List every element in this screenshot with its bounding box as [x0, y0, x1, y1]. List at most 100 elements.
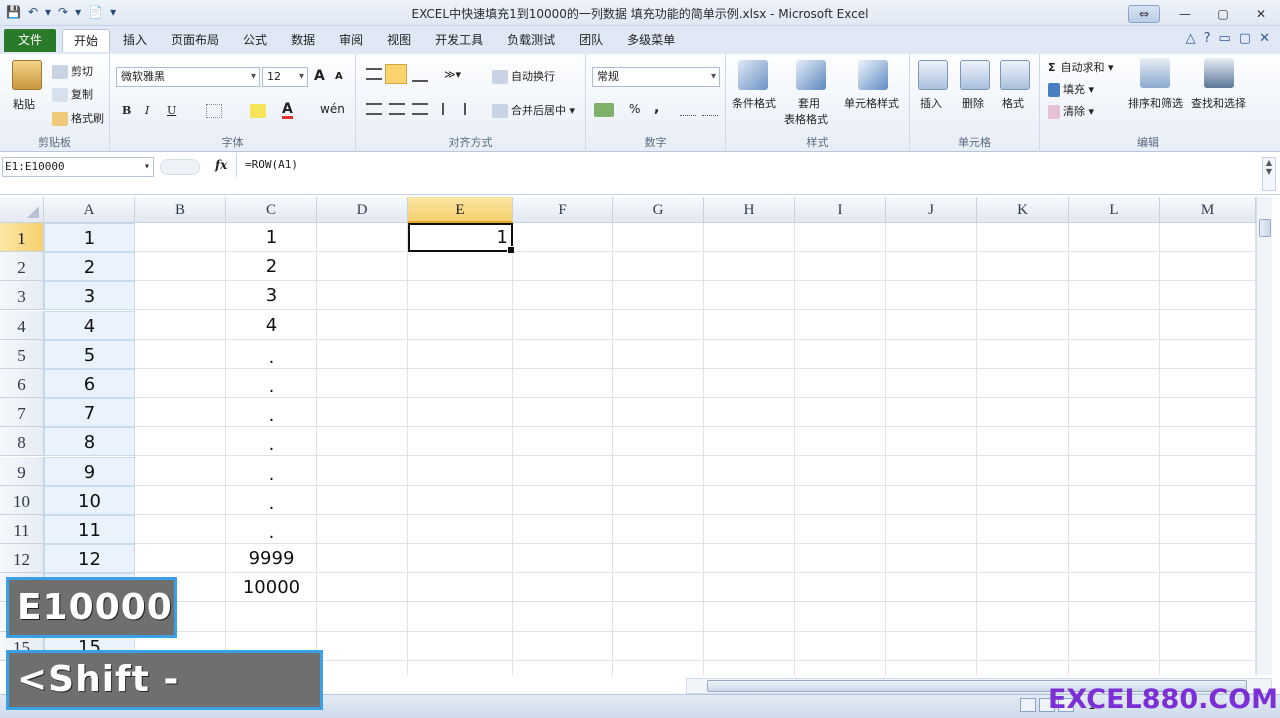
active-cell-e1[interactable]: 1 — [408, 223, 515, 254]
align-right-icon[interactable] — [412, 103, 428, 115]
cell-a5[interactable]: 5 — [44, 340, 135, 369]
maximize-icon[interactable]: ▢ — [1210, 7, 1236, 21]
column-header-l[interactable]: L — [1069, 197, 1160, 223]
number-format-combo[interactable]: 常规 — [592, 67, 720, 87]
cell-a11[interactable]: 11 — [44, 515, 135, 544]
decrease-decimal-icon[interactable] — [702, 104, 718, 116]
cell-c10[interactable]: . — [226, 486, 317, 515]
cell-a3[interactable]: 3 — [44, 281, 135, 310]
column-header-e[interactable]: E — [408, 197, 513, 223]
increase-indent-icon[interactable] — [464, 103, 480, 115]
cell-a10[interactable]: 10 — [44, 486, 135, 515]
paste-button[interactable]: 粘贴 — [13, 96, 35, 112]
cell-a2[interactable]: 2 — [44, 252, 135, 281]
increase-decimal-icon[interactable] — [680, 104, 696, 116]
name-box-dropdown-icon[interactable]: ▾ — [144, 158, 150, 176]
border-icon[interactable] — [206, 104, 222, 118]
insert-cells-icon[interactable] — [918, 60, 948, 90]
cell-c1[interactable]: 1 — [226, 223, 317, 252]
cell-c3[interactable]: 3 — [226, 281, 317, 310]
find-select-button[interactable]: 查找和选择 — [1191, 95, 1246, 111]
row-header-2[interactable]: 2 — [0, 252, 44, 281]
normal-view-icon[interactable] — [1020, 698, 1036, 712]
tab-insert[interactable]: 插入 — [112, 29, 158, 52]
cell-c13[interactable]: 10000 — [226, 573, 317, 602]
column-header-m[interactable]: M — [1160, 197, 1256, 223]
row-header-6[interactable]: 6 — [0, 369, 44, 398]
decrease-indent-icon[interactable] — [442, 103, 458, 115]
tab-data[interactable]: 数据 — [280, 29, 326, 52]
row-header-1[interactable]: 1 — [0, 223, 44, 252]
tab-team[interactable]: 团队 — [568, 29, 614, 52]
column-header-j[interactable]: J — [886, 197, 977, 223]
column-header-i[interactable]: I — [795, 197, 886, 223]
worksheet-grid[interactable]: ABCDEFGHIJKLM123456789101112131415123456… — [0, 197, 1256, 675]
conditional-format-button[interactable]: 条件格式 — [732, 95, 776, 111]
cell-c11[interactable]: . — [226, 515, 317, 544]
cell-a8[interactable]: 8 — [44, 427, 135, 456]
close-icon[interactable]: ✕ — [1248, 7, 1274, 21]
font-name-combo[interactable]: 微软雅黑 — [116, 67, 260, 87]
sort-filter-button[interactable]: 排序和筛选 — [1128, 95, 1183, 111]
cell-c9[interactable]: . — [226, 457, 317, 486]
customize-qat-icon[interactable]: ▾ — [110, 4, 116, 20]
cell-c8[interactable]: . — [226, 427, 317, 456]
comma-button[interactable]: , — [654, 100, 659, 116]
row-header-9[interactable]: 9 — [0, 457, 44, 486]
align-left-icon[interactable] — [366, 103, 382, 115]
cell-c2[interactable]: 2 — [226, 252, 317, 281]
italic-button[interactable]: I — [145, 104, 149, 117]
fill-button[interactable]: 填充 ▾ — [1048, 81, 1094, 97]
new-file-icon[interactable]: 📄 — [88, 4, 103, 20]
format-as-table-icon[interactable] — [796, 60, 826, 90]
phonetic-icon[interactable]: wén — [320, 102, 345, 116]
column-header-g[interactable]: G — [613, 197, 704, 223]
ribbon-restore-icon[interactable]: ⇔ — [1128, 5, 1160, 23]
font-color-icon[interactable]: A — [282, 102, 293, 119]
doc-restore-icon[interactable]: ▢ — [1239, 31, 1251, 46]
format-cells-button[interactable]: 格式 — [1002, 95, 1024, 111]
redo-icon[interactable]: ↷ — [58, 4, 68, 20]
minimize-icon[interactable]: — — [1172, 7, 1198, 21]
row-header-11[interactable]: 11 — [0, 515, 44, 544]
cut-button[interactable]: 剪切 — [52, 63, 93, 79]
column-header-a[interactable]: A — [44, 197, 135, 223]
orientation-icon[interactable]: ≫▾ — [444, 68, 461, 81]
cell-a4[interactable]: 4 — [44, 311, 135, 340]
row-header-7[interactable]: 7 — [0, 398, 44, 427]
cell-c7[interactable]: . — [226, 398, 317, 427]
cell-c6[interactable]: . — [226, 369, 317, 398]
copy-button[interactable]: 复制 — [52, 86, 93, 102]
cell-a9[interactable]: 9 — [44, 457, 135, 486]
cell-a1[interactable]: 1 — [44, 223, 135, 252]
vertical-scrollbar[interactable] — [1256, 197, 1272, 675]
undo-icon[interactable]: ↶ — [28, 4, 38, 20]
save-icon[interactable]: 💾 — [6, 4, 21, 20]
tab-multilevel-menu[interactable]: 多级菜单 — [616, 29, 686, 52]
cell-c5[interactable]: . — [226, 340, 317, 369]
percent-button[interactable]: % — [629, 102, 640, 116]
minimize-ribbon-icon[interactable]: △ — [1186, 31, 1196, 46]
column-header-b[interactable]: B — [135, 197, 226, 223]
sort-filter-icon[interactable] — [1140, 58, 1170, 88]
select-all-corner[interactable] — [0, 197, 44, 223]
align-top-icon[interactable] — [366, 68, 382, 80]
help-icon[interactable]: ? — [1204, 31, 1211, 46]
tab-home[interactable]: 开始 — [62, 29, 111, 52]
cell-c12[interactable]: 9999 — [226, 544, 317, 573]
cell-a6[interactable]: 6 — [44, 369, 135, 398]
name-box[interactable]: E1:E10000 ▾ — [2, 157, 154, 177]
delete-cells-button[interactable]: 删除 — [962, 95, 984, 111]
column-header-c[interactable]: C — [226, 197, 317, 223]
cell-styles-icon[interactable] — [858, 60, 888, 90]
bold-button[interactable]: B — [122, 104, 131, 117]
column-header-k[interactable]: K — [977, 197, 1069, 223]
paste-icon[interactable] — [12, 60, 42, 90]
tab-file[interactable]: 文件 — [4, 29, 56, 52]
conditional-format-icon[interactable] — [738, 60, 768, 90]
insert-cells-button[interactable]: 插入 — [920, 95, 942, 111]
column-header-d[interactable]: D — [317, 197, 408, 223]
insert-function-icon[interactable]: fx — [215, 158, 227, 172]
vertical-scroll-thumb[interactable] — [1259, 219, 1271, 237]
tab-review[interactable]: 审阅 — [328, 29, 374, 52]
